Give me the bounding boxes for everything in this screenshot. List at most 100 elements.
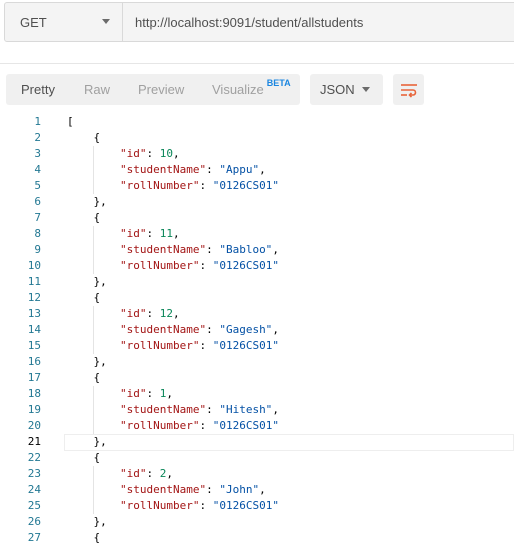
code-line: 7 { (0, 210, 514, 226)
code-line: 19 "studentName": "Hitesh", (0, 402, 514, 418)
line-number: 21 (27, 435, 41, 448)
line-number: 13 (27, 307, 41, 320)
code-line: 25 "rollNumber": "0126CS01" (0, 498, 514, 514)
code-text: }, (67, 195, 107, 208)
code-text: }, (67, 355, 107, 368)
line-number: 3 (34, 147, 41, 160)
method-select[interactable]: GET (5, 3, 123, 41)
code-line: 2 { (0, 130, 514, 146)
code-line: 20 "rollNumber": "0126CS01" (0, 418, 514, 434)
code-text: { (67, 131, 101, 144)
tab-visualize[interactable]: Visualize BETA (212, 78, 291, 97)
chevron-down-icon (362, 87, 370, 92)
line-number: 20 (27, 419, 41, 432)
line-number: 5 (34, 179, 41, 192)
code-text: "rollNumber": "0126CS01" (119, 259, 279, 272)
wrap-lines-button[interactable] (393, 74, 424, 105)
code-text: [ (67, 115, 74, 128)
code-line: 17 { (0, 370, 514, 386)
code-text: "id": 2, (119, 467, 173, 480)
code-text: "studentName": "Gagesh", (119, 323, 279, 336)
line-number: 14 (27, 323, 41, 336)
format-label: JSON (320, 82, 355, 97)
line-number: 1 (34, 115, 41, 128)
line-number: 15 (27, 339, 41, 352)
tab-visualize-label: Visualize (212, 82, 264, 97)
code-line: 12 { (0, 290, 514, 306)
request-bar: GET http://localhost:9091/student/allstu… (4, 2, 514, 42)
code-text: { (67, 451, 101, 464)
code-line: 5 "rollNumber": "0126CS01" (0, 178, 514, 194)
line-number: 19 (27, 403, 41, 416)
view-tabs: Pretty Raw Preview Visualize BETA (6, 74, 300, 105)
code-text: }, (67, 435, 107, 448)
tab-preview[interactable]: Preview (138, 82, 184, 97)
line-number: 2 (34, 131, 41, 144)
tab-raw[interactable]: Raw (84, 82, 110, 97)
code-text: "id": 10, (119, 147, 180, 160)
divider (0, 63, 514, 64)
code-text: { (67, 211, 101, 224)
tab-pretty[interactable]: Pretty (21, 82, 55, 97)
code-text: "id": 1, (119, 387, 173, 400)
line-number: 24 (27, 483, 41, 496)
code-text: "studentName": "Appu", (119, 163, 266, 176)
line-number: 17 (27, 371, 41, 384)
code-line: 6 }, (0, 194, 514, 210)
url-text: http://localhost:9091/student/allstudent… (135, 14, 364, 30)
beta-badge: BETA (266, 78, 291, 88)
current-line-highlight (64, 434, 514, 451)
code-line: 3 "id": 10, (0, 146, 514, 162)
format-select[interactable]: JSON (310, 74, 383, 105)
code-line: 11 }, (0, 274, 514, 290)
line-number: 8 (34, 227, 41, 240)
line-number: 7 (34, 211, 41, 224)
response-body-editor[interactable]: 1[2 {3 "id": 10, 4 "studentName": "Appu",… (0, 114, 514, 547)
line-number: 25 (27, 499, 41, 512)
code-text: "studentName": "Hitesh", (119, 403, 279, 416)
line-number: 22 (27, 451, 41, 464)
line-number: 23 (27, 467, 41, 480)
code-line: 26 }, (0, 514, 514, 530)
code-line: 22 { (0, 450, 514, 466)
code-text: }, (67, 275, 107, 288)
line-number: 6 (34, 195, 41, 208)
code-text: }, (67, 515, 107, 528)
code-text: "rollNumber": "0126CS01" (119, 419, 279, 432)
line-number: 10 (27, 259, 41, 272)
wrap-lines-icon (400, 83, 417, 98)
code-text: "rollNumber": "0126CS01" (119, 179, 279, 192)
code-text: "studentName": "Babloo", (119, 243, 279, 256)
url-input[interactable]: http://localhost:9091/student/allstudent… (123, 3, 514, 41)
code-line: 24 "studentName": "John", (0, 482, 514, 498)
response-toolbar: Pretty Raw Preview Visualize BETA JSON (0, 74, 514, 105)
line-number: 11 (27, 275, 41, 288)
code-line: 21 }, (0, 434, 514, 451)
code-text: { (67, 371, 101, 384)
code-text: "rollNumber": "0126CS01" (119, 499, 279, 512)
code-line: 18 "id": 1, (0, 386, 514, 402)
line-number: 18 (27, 387, 41, 400)
line-number: 16 (27, 355, 41, 368)
chevron-down-icon (102, 19, 110, 24)
line-number: 9 (34, 243, 41, 256)
line-number: 12 (27, 291, 41, 304)
method-label: GET (20, 14, 47, 30)
code-line: 8 "id": 11, (0, 226, 514, 242)
code-text: "rollNumber": "0126CS01" (119, 339, 279, 352)
code-text: "id": 12, (119, 307, 180, 320)
code-line: 10 "rollNumber": "0126CS01" (0, 258, 514, 274)
code-line: 15 "rollNumber": "0126CS01" (0, 338, 514, 354)
code-text: "studentName": "John", (119, 483, 266, 496)
code-text: "id": 11, (119, 227, 180, 240)
code-line: 4 "studentName": "Appu", (0, 162, 514, 178)
code-line: 23 "id": 2, (0, 466, 514, 482)
code-line: 1[ (0, 114, 514, 130)
code-text: { (67, 531, 101, 544)
code-line: 9 "studentName": "Babloo", (0, 242, 514, 258)
code-text: { (67, 291, 101, 304)
line-number: 4 (34, 163, 41, 176)
code-line: 16 }, (0, 354, 514, 370)
line-number: 27 (27, 531, 41, 544)
code-line: 13 "id": 12, (0, 306, 514, 322)
